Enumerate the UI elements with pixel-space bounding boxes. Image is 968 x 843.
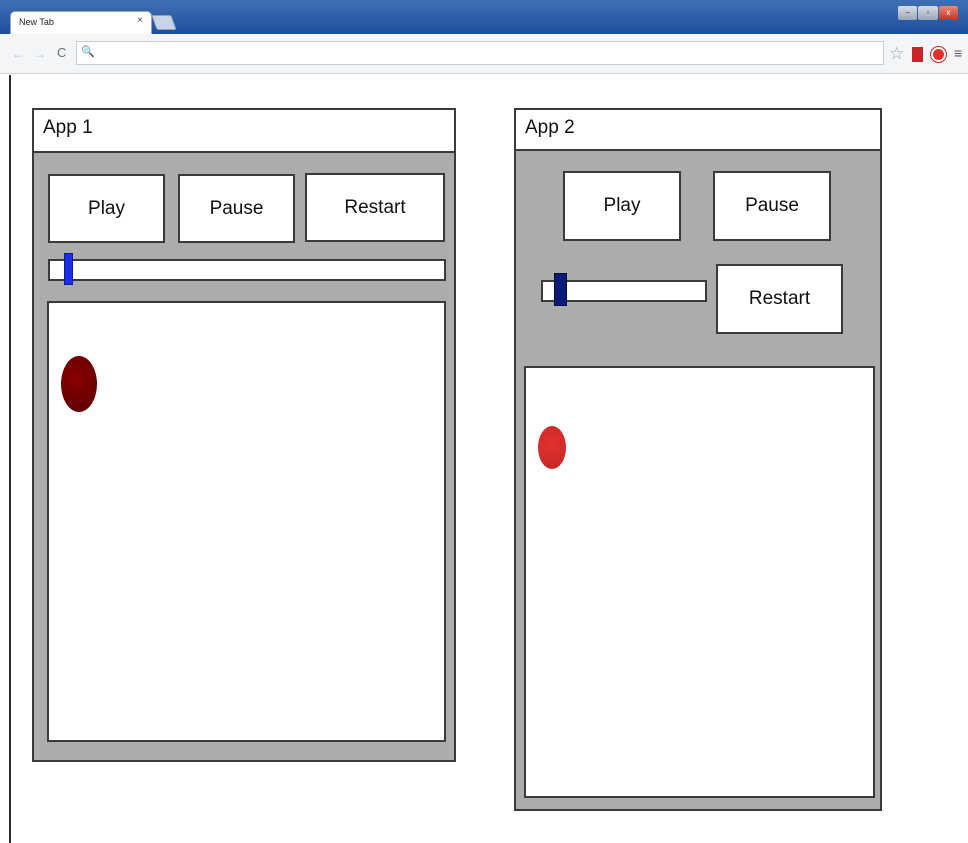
app2-play-button[interactable]: Play <box>563 171 681 241</box>
app1-restart-button[interactable]: Restart <box>305 173 445 242</box>
search-icon: 🔍 <box>81 46 95 58</box>
tab-title: New Tab <box>19 17 54 27</box>
app1-canvas <box>47 301 446 742</box>
app1-play-button[interactable]: Play <box>48 174 165 243</box>
window-controls: – ▫ x <box>898 6 958 20</box>
bookmark-star-icon[interactable]: ☆ <box>889 44 904 64</box>
menu-icon[interactable]: ≡ <box>954 45 962 61</box>
minimize-icon[interactable]: – <box>898 6 918 20</box>
maximize-icon[interactable]: ▫ <box>918 6 938 20</box>
browser-tab[interactable]: New Tab × <box>10 11 152 34</box>
app1-pause-button[interactable]: Pause <box>178 174 295 243</box>
reload-icon[interactable]: C <box>57 45 66 60</box>
app1-title: App 1 <box>43 117 93 138</box>
forward-icon[interactable]: → <box>34 47 46 61</box>
back-icon[interactable]: ← <box>12 47 24 61</box>
extension-bookmark-icon[interactable] <box>912 47 923 62</box>
window-close-icon[interactable]: x <box>938 6 958 20</box>
app2-ball <box>538 426 566 469</box>
viewport-edge <box>9 75 11 843</box>
app1-ball <box>61 356 97 412</box>
tab-close-icon[interactable]: × <box>137 15 143 26</box>
extension-adblock-icon[interactable] <box>931 47 946 62</box>
app2-canvas <box>524 366 875 798</box>
address-bar[interactable]: 🔍 <box>76 41 884 65</box>
app2-slider-thumb[interactable] <box>554 273 568 306</box>
app1-header: App 1 <box>34 110 454 153</box>
app2-title: App 2 <box>525 117 575 138</box>
app1-slider-thumb[interactable] <box>63 253 73 285</box>
app2-restart-button[interactable]: Restart <box>716 264 843 334</box>
app1-slider[interactable] <box>48 259 446 281</box>
app2-pause-button[interactable]: Pause <box>713 171 831 241</box>
app2-header: App 2 <box>516 110 880 151</box>
